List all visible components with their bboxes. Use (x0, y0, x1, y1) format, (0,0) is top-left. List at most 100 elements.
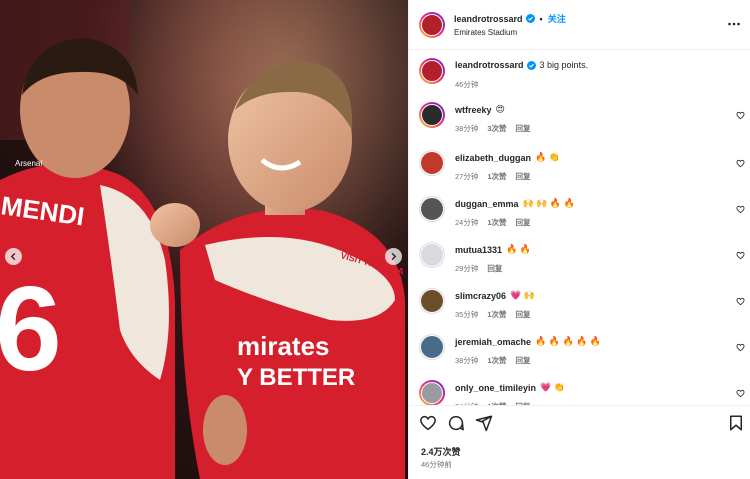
avatar-image (420, 197, 444, 221)
share-icon[interactable] (475, 414, 493, 432)
comment-heart-icon[interactable] (736, 389, 745, 398)
reply-button[interactable]: 回复 (516, 217, 531, 228)
post-time: 46分钟前 (421, 460, 452, 469)
caption-line: leandrotrossard 3 big points. (455, 60, 588, 70)
caption-username[interactable]: leandrotrossard (455, 60, 524, 70)
players-illustration: MENDI 6 Arsenal mirates Y BETTER VISIT R… (0, 0, 408, 479)
action-bar: 2.4万次赞 46分钟前 (409, 405, 750, 479)
follow-button[interactable]: 关注 (548, 12, 566, 25)
comment-heart-icon[interactable] (736, 251, 745, 260)
comment-text: 🙌 🙌 🔥 🔥 (522, 198, 575, 208)
comment-text: 🔥 🔥 (506, 244, 531, 254)
comment-item: elizabeth_duggan 🔥 👏 27分钟 1次赞 回复 (409, 150, 750, 190)
comment-item: mutua1331 🔥 🔥 29分钟 回复 (409, 242, 750, 282)
instagram-post-view: MENDI 6 Arsenal mirates Y BETTER VISIT R… (0, 0, 750, 479)
bookmark-icon[interactable] (727, 414, 745, 432)
heart-icon[interactable] (419, 414, 437, 432)
comment-meta: 38分钟 3次赞 回复 (455, 123, 531, 134)
comment-icon[interactable] (447, 414, 465, 432)
comment-item: only_one_timileyin💗 👏34分钟1次赞回复 (409, 380, 750, 405)
comment-item: wtfreeky 😍 38分钟 3次赞 回复 (409, 102, 750, 142)
post-photo: MENDI 6 Arsenal mirates Y BETTER VISIT R… (0, 0, 408, 479)
comment-avatar[interactable] (419, 334, 445, 360)
comment-text: 🔥 🔥 🔥 🔥 🔥 (535, 336, 602, 346)
comment-line: elizabeth_duggan 🔥 👏 (455, 152, 560, 163)
comment-username[interactable]: duggan_emma (455, 199, 519, 209)
comment-item: duggan_emma 🙌 🙌 🔥 🔥 24分钟 1次赞 回复 (409, 196, 750, 236)
verified-icon (525, 14, 535, 23)
avatar-image (420, 289, 444, 313)
comment-text: 💗 🙌 (510, 290, 535, 300)
reply-button[interactable]: 回复 (516, 171, 531, 182)
comment-heart-icon[interactable] (736, 111, 745, 120)
comment-avatar[interactable] (419, 288, 445, 314)
reply-button[interactable]: 回复 (487, 263, 502, 274)
comment-likes[interactable]: 1次赞 (487, 355, 506, 366)
avatar-image (420, 151, 444, 175)
author-avatar[interactable] (419, 12, 445, 38)
chevron-left-icon (10, 252, 16, 261)
comment-text: 💗 👏 (540, 382, 565, 392)
comment-username[interactable]: elizabeth_duggan (455, 153, 531, 163)
post-sidebar: leandrotrossard • 关注 Emirates Stadium le… (408, 0, 750, 479)
comment-meta: 24分钟 1次赞 回复 (455, 217, 531, 228)
avatar-image (420, 243, 444, 267)
comment-item: jeremiah_omache 🔥 🔥 🔥 🔥 🔥 38分钟 1次赞 回复 (409, 334, 750, 374)
comment-item: slimcrazy06 💗 🙌 35分钟 1次赞 回复 (409, 288, 750, 328)
comment-text: 😍 (495, 104, 505, 114)
comment-heart-icon[interactable] (736, 159, 745, 168)
comment-username[interactable]: wtfreeky (455, 105, 492, 115)
comment-heart-icon[interactable] (736, 343, 745, 352)
comment-time: 35分钟 (455, 310, 479, 319)
comment-likes[interactable]: 1次赞 (487, 309, 506, 320)
comment-heart-icon[interactable] (736, 205, 745, 214)
sponsor-text-1: mirates (237, 331, 330, 361)
avatar-image (421, 382, 443, 404)
comment-username[interactable]: mutua1331 (455, 245, 502, 255)
comment-time: 27分钟 (455, 172, 479, 181)
author-username[interactable]: leandrotrossard (454, 14, 523, 24)
comment-line: duggan_emma 🙌 🙌 🔥 🔥 (455, 198, 575, 209)
comment-meta: 29分钟 回复 (455, 263, 502, 274)
chevron-right-icon (391, 252, 397, 261)
location-link[interactable]: Emirates Stadium (454, 28, 517, 37)
comment-avatar[interactable] (419, 242, 445, 268)
reply-button[interactable]: 回复 (516, 309, 531, 320)
caption-text: 3 big points. (539, 60, 589, 70)
comments-list[interactable]: leandrotrossard 3 big points. 46分钟 wtfre… (409, 50, 750, 405)
comment-username[interactable]: only_one_timileyin (455, 383, 536, 393)
next-photo-button[interactable] (385, 248, 402, 265)
comment-time: 24分钟 (455, 218, 479, 227)
comment-time: 38分钟 (455, 356, 479, 365)
caption-meta: 46分钟 (455, 79, 478, 90)
comment-line: wtfreeky 😍 (455, 104, 505, 115)
comment-username[interactable]: jeremiah_omache (455, 337, 531, 347)
comment-line: mutua1331 🔥 🔥 (455, 244, 531, 255)
more-icon[interactable] (727, 17, 741, 31)
comment-avatar[interactable] (419, 150, 445, 176)
likes-count[interactable]: 2.4万次赞 (421, 445, 461, 458)
sponsor-text-2: Y BETTER (237, 364, 355, 391)
author-line: leandrotrossard • 关注 (454, 12, 566, 25)
comment-avatar[interactable] (419, 102, 445, 128)
comment-avatar[interactable] (419, 380, 445, 405)
comment-avatar[interactable] (419, 196, 445, 222)
comment-username[interactable]: slimcrazy06 (455, 291, 506, 301)
avatar-image (420, 335, 444, 359)
caption: leandrotrossard 3 big points. 46分钟 (409, 58, 750, 98)
comment-line: only_one_timileyin 💗 👏 (455, 382, 565, 393)
comment-likes[interactable]: 3次赞 (487, 123, 506, 134)
comment-likes[interactable]: 1次赞 (487, 171, 506, 182)
caption-avatar[interactable] (419, 58, 445, 84)
reply-button[interactable]: 回复 (516, 355, 531, 366)
verified-icon (526, 60, 536, 70)
shirt-club-text: Arsenal (15, 159, 42, 168)
separator-dot: • (539, 13, 543, 24)
comment-meta: 27分钟 1次赞 回复 (455, 171, 531, 182)
reply-button[interactable]: 回复 (516, 123, 531, 134)
shirt-number-text: 6 (0, 262, 62, 396)
post-header: leandrotrossard • 关注 Emirates Stadium (409, 0, 750, 50)
comment-heart-icon[interactable] (736, 297, 745, 306)
comment-likes[interactable]: 1次赞 (487, 217, 506, 228)
previous-photo-button[interactable] (5, 248, 22, 265)
